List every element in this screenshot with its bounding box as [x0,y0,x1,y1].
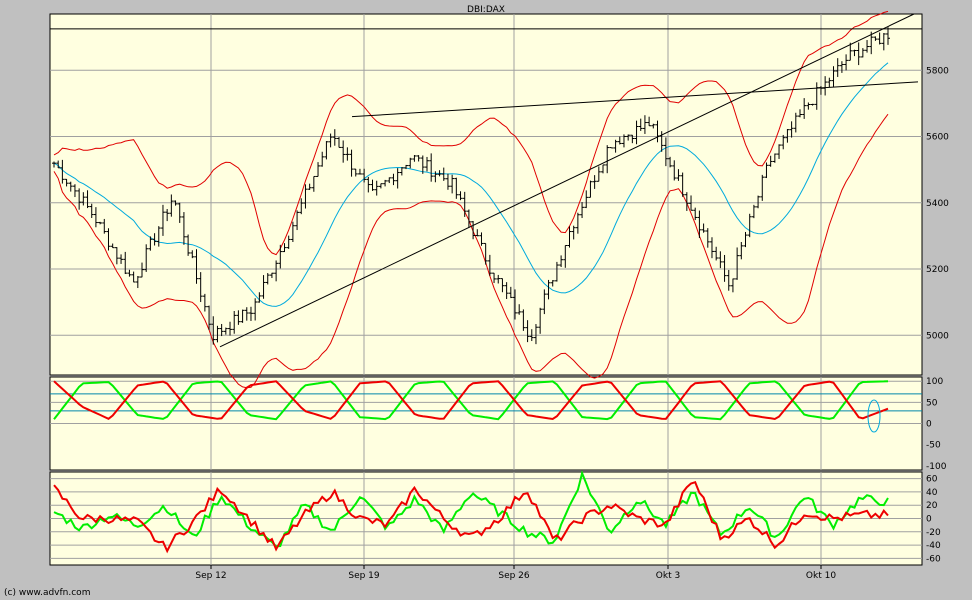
oscillator-2-tick-label: 60 [926,475,938,485]
x-tick-label: Sep 19 [348,571,380,581]
price-tick-label: 5200 [926,265,949,275]
x-tick-label: Sep 12 [195,571,226,581]
x-tick-label: Sep 26 [498,571,530,581]
price-tick-label: 5400 [926,199,949,209]
oscillator-2-tick-label: -40 [926,541,941,551]
oscillator-2-tick-label: -20 [926,528,941,538]
x-tick-label: Okt 10 [806,571,836,581]
copyright-text: (c) www.advfn.com [4,588,90,598]
x-tick-label: Okt 3 [656,571,680,581]
price-tick-label: 5000 [926,331,949,341]
oscillator-1-tick-label: -50 [926,441,941,451]
oscillator-1-tick-label: 100 [926,377,943,387]
oscillator-2-tick-label: -60 [926,554,941,564]
x-axis-tick-labels: Sep 12 Sep 19 Sep 26 Okt 3 Okt 10 [195,565,836,581]
oscillator-2-tick-label: 40 [926,488,938,498]
oscillator-2-tick-label: 0 [926,515,932,525]
chart-canvas: 5000 5200 5400 5600 5800 100 50 0 -50 -100 60 40 20 0… [4,5,949,598]
chart-title: DBI:DAX [467,5,505,15]
oscillator-1-tick-label: 0 [926,420,932,430]
y-axis-tick-labels: 5000 5200 5400 5600 5800 100 50 0 -50 -100 60 40 20 0… [926,66,949,564]
price-tick-label: 5800 [926,66,949,76]
oscillator-1-tick-label: 50 [926,398,938,408]
price-panel [49,13,923,376]
price-tick-label: 5600 [926,133,949,143]
oscillator-1-tick-label: -100 [926,462,947,472]
oscillator-2-tick-label: 20 [926,501,938,511]
